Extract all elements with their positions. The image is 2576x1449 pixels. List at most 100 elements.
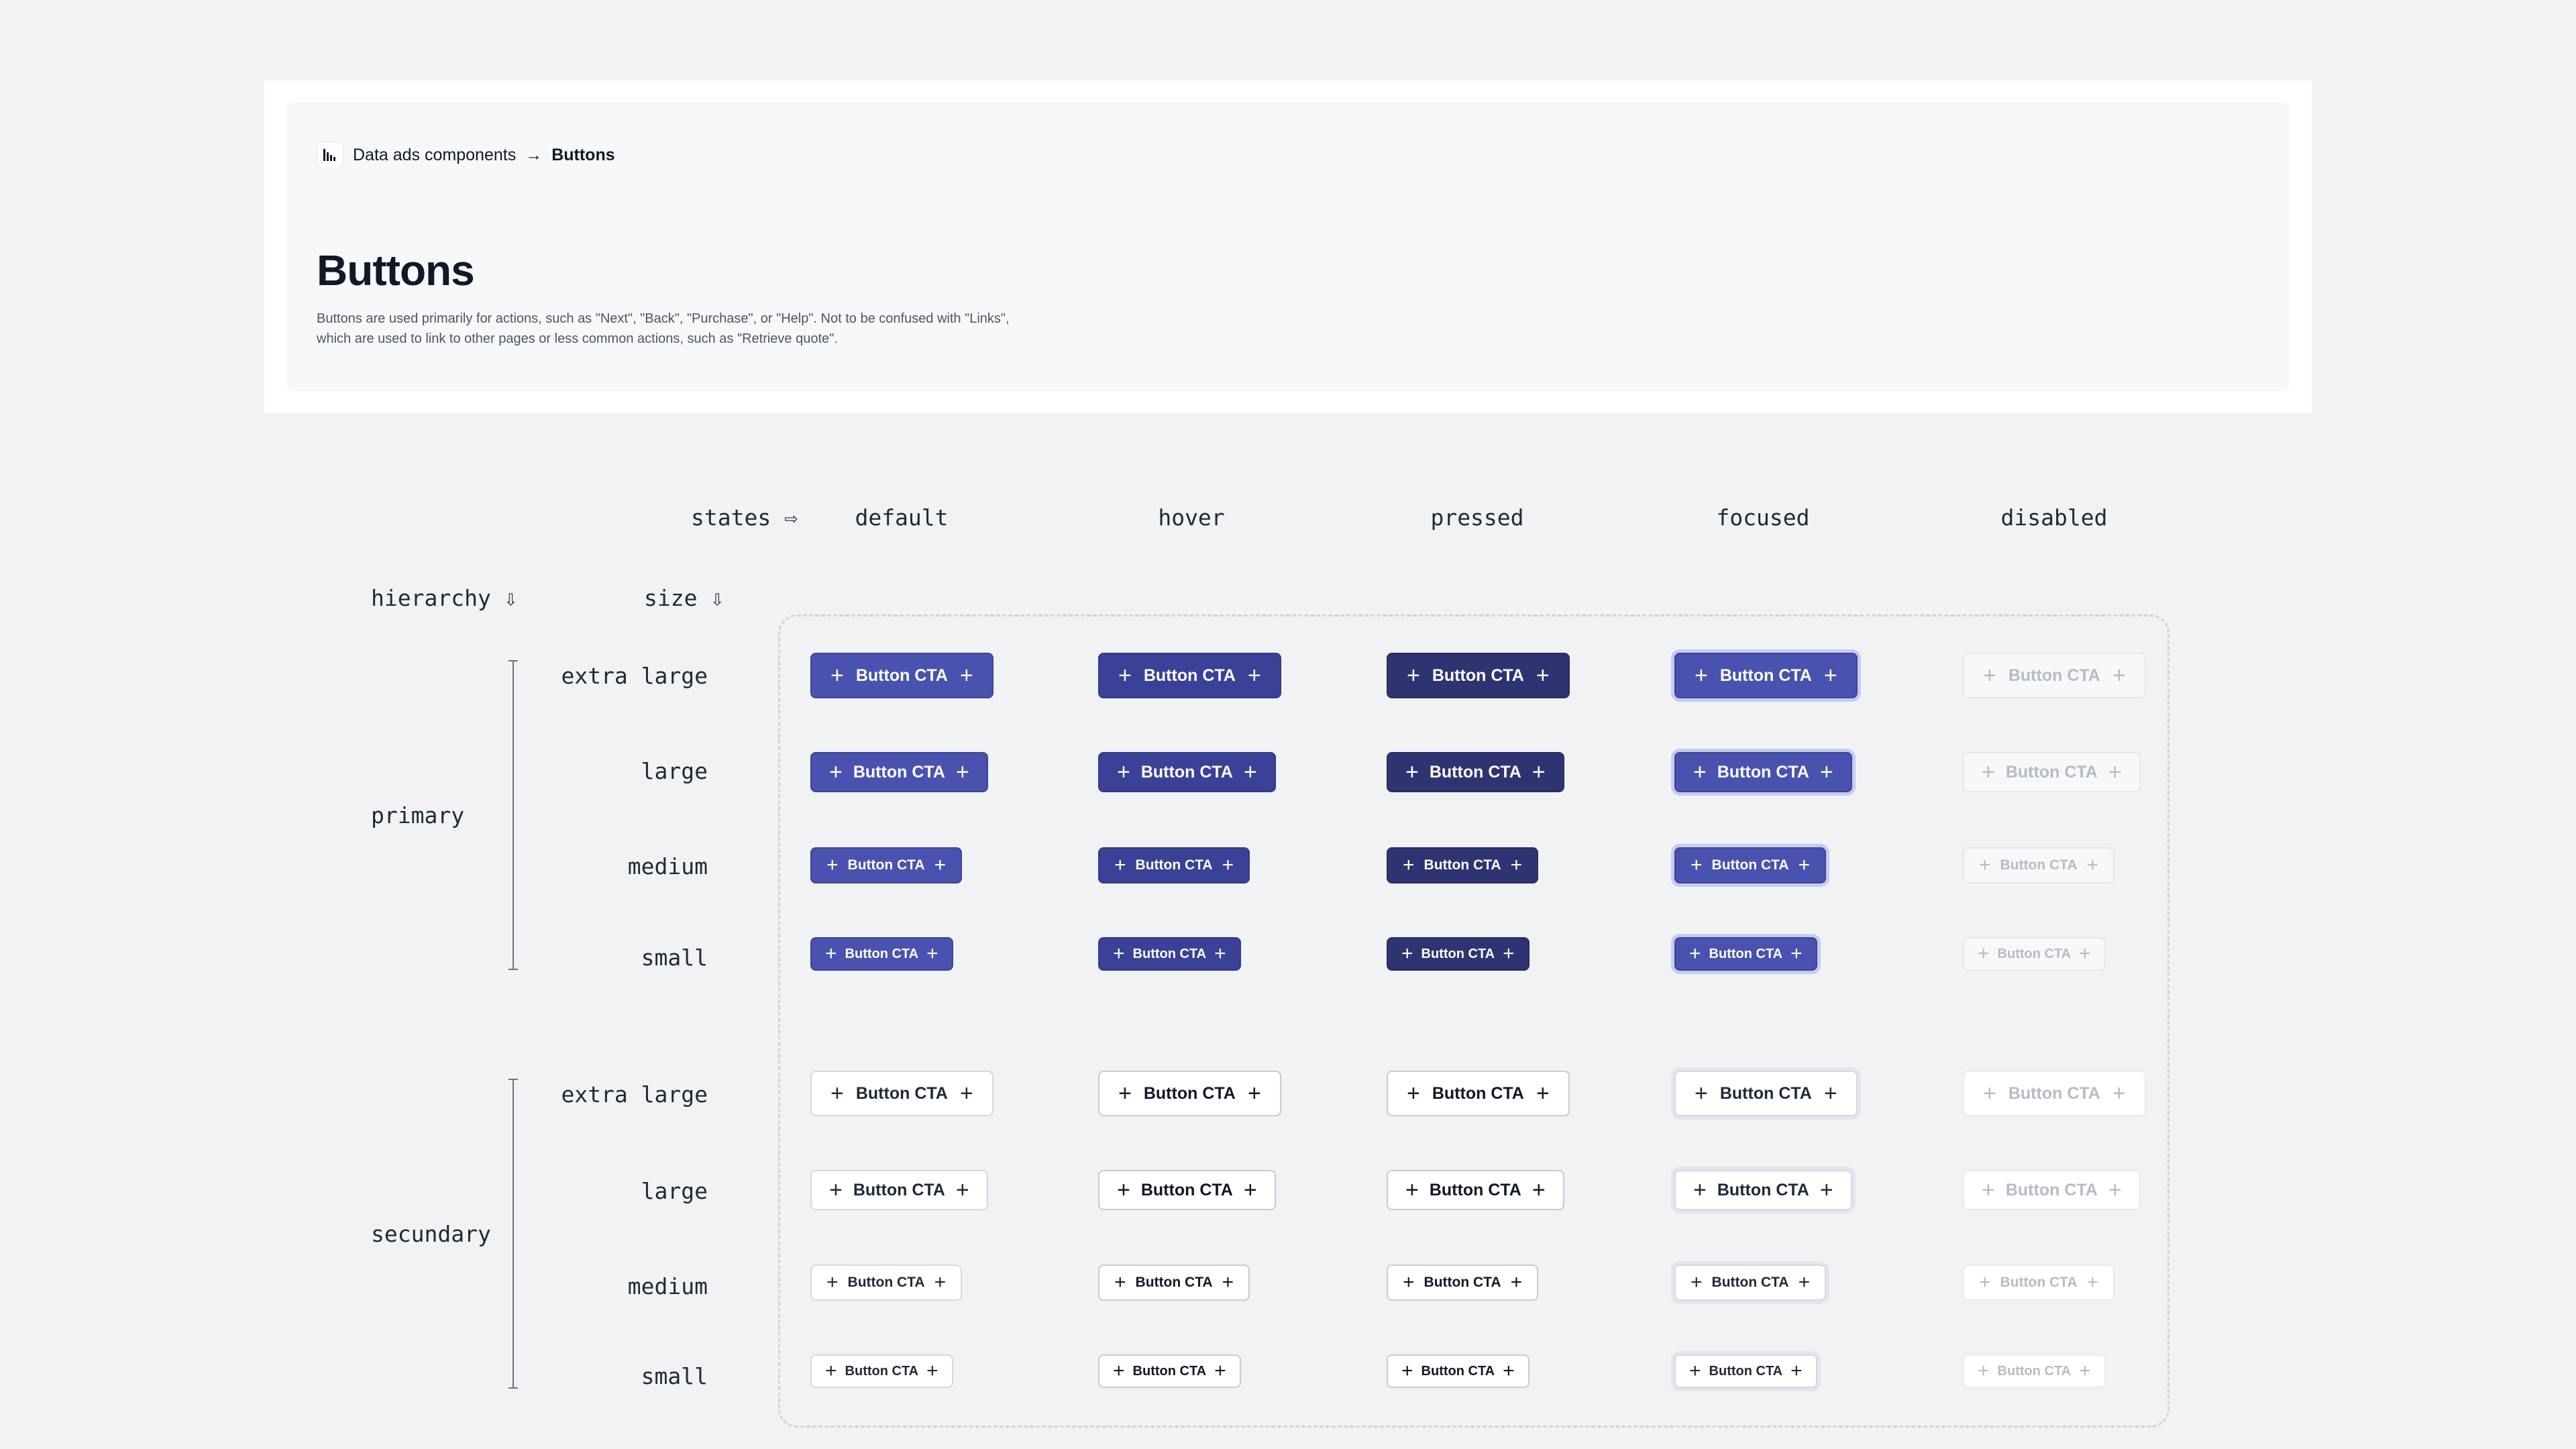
plus-icon: + — [1690, 854, 1703, 876]
button-label: Button CTA — [855, 1083, 948, 1103]
size-label-secundary-s: small — [641, 1363, 708, 1389]
plus-icon: + — [934, 1271, 947, 1293]
plus-icon: + — [825, 943, 837, 965]
plus-icon: + — [1790, 943, 1803, 965]
plus-icon: + — [1690, 1271, 1703, 1293]
plus-icon: + — [1401, 1360, 1413, 1382]
plus-icon: + — [1979, 1271, 1991, 1293]
button-label: Button CTA — [1143, 1083, 1236, 1103]
plus-icon: + — [1403, 854, 1415, 876]
plus-icon: + — [1819, 759, 1833, 785]
plus-icon: + — [1823, 1080, 1837, 1106]
secundary-xl-default-button[interactable]: + Button CTA + — [810, 1071, 994, 1116]
size-axis-label: size ⇩ — [644, 585, 724, 611]
button-label: Button CTA — [1429, 762, 1521, 782]
secundary-s-focused-button[interactable]: + Button CTA + — [1674, 1354, 1817, 1388]
breadcrumb-arrow-icon: → — [525, 145, 543, 164]
plus-icon: + — [955, 759, 969, 785]
secundary-s-default-button[interactable]: + Button CTA + — [810, 1354, 953, 1388]
plus-icon: + — [1536, 1080, 1550, 1106]
plus-icon: + — [1243, 759, 1257, 785]
plus-icon: + — [1979, 854, 1991, 876]
secundary-s-pressed-button[interactable]: + Button CTA + — [1387, 1354, 1529, 1388]
plus-icon: + — [1222, 1271, 1234, 1293]
plus-icon: + — [2086, 854, 2099, 876]
plus-icon: + — [2079, 1360, 2091, 1382]
primary-xl-focused-button[interactable]: + Button CTA + — [1674, 653, 1858, 698]
secundary-l-default-button[interactable]: + Button CTA + — [810, 1170, 988, 1210]
button-label: Button CTA — [1711, 857, 1789, 873]
plus-icon: + — [1536, 662, 1550, 688]
state-header-disabled: disabled — [2000, 504, 2108, 531]
plus-icon: + — [1978, 943, 1990, 965]
primary-xl-default-button[interactable]: + Button CTA + — [810, 653, 994, 698]
plus-icon: + — [1798, 854, 1811, 876]
primary-m-hover-button[interactable]: + Button CTA + — [1098, 847, 1250, 883]
plus-icon: + — [926, 1360, 938, 1382]
secundary-xl-focused-button[interactable]: + Button CTA + — [1674, 1071, 1858, 1116]
plus-icon: + — [1222, 854, 1234, 876]
primary-s-pressed-button[interactable]: + Button CTA + — [1387, 937, 1529, 971]
primary-s-default-button[interactable]: + Button CTA + — [810, 937, 953, 971]
button-label: Button CTA — [855, 665, 948, 685]
secundary-m-hover-button[interactable]: + Button CTA + — [1098, 1265, 1250, 1301]
button-label: Button CTA — [1432, 665, 1524, 685]
primary-m-focused-button[interactable]: + Button CTA + — [1674, 847, 1827, 883]
plus-icon: + — [1823, 662, 1837, 688]
button-label: Button CTA — [1997, 1363, 2072, 1379]
button-label: Button CTA — [1132, 1363, 1207, 1379]
primary-xl-pressed-button[interactable]: + Button CTA + — [1387, 653, 1570, 698]
plus-icon: + — [1407, 1080, 1420, 1106]
primary-l-pressed-button[interactable]: + Button CTA + — [1387, 752, 1564, 792]
plus-icon: + — [959, 1080, 973, 1106]
size-label-secundary-m: medium — [627, 1273, 708, 1299]
plus-icon: + — [926, 943, 938, 965]
secundary-xl-hover-button[interactable]: + Button CTA + — [1098, 1071, 1281, 1116]
plus-icon: + — [2112, 1080, 2126, 1106]
states-axis-label: states ⇨ — [691, 504, 798, 531]
plus-icon: + — [934, 854, 947, 876]
plus-icon: + — [1798, 1271, 1811, 1293]
button-label: Button CTA — [1140, 1180, 1233, 1199]
button-label: Button CTA — [1997, 946, 2072, 961]
breadcrumb-parent-link[interactable]: Data ads components — [353, 146, 516, 165]
secundary-m-default-button[interactable]: + Button CTA + — [810, 1265, 963, 1301]
primary-xl-hover-button[interactable]: + Button CTA + — [1098, 653, 1281, 698]
plus-icon: + — [1790, 1360, 1803, 1382]
button-label: Button CTA — [1421, 946, 1495, 961]
plus-icon: + — [829, 1177, 843, 1203]
secundary-l-pressed-button[interactable]: + Button CTA + — [1387, 1170, 1564, 1210]
primary-l-hover-button[interactable]: + Button CTA + — [1098, 752, 1276, 792]
secundary-m-focused-button[interactable]: + Button CTA + — [1674, 1265, 1827, 1301]
plus-icon: + — [1247, 662, 1261, 688]
plus-icon: + — [1113, 943, 1125, 965]
plus-icon: + — [826, 854, 839, 876]
secundary-l-hover-button[interactable]: + Button CTA + — [1098, 1170, 1276, 1210]
plus-icon: + — [959, 662, 973, 688]
primary-l-focused-button[interactable]: + Button CTA + — [1674, 752, 1852, 792]
breadcrumb: Data ads components → Buttons — [317, 140, 615, 170]
primary-l-default-button[interactable]: + Button CTA + — [810, 752, 988, 792]
plus-icon: + — [1405, 1177, 1419, 1203]
plus-icon: + — [1695, 1080, 1708, 1106]
primary-m-pressed-button[interactable]: + Button CTA + — [1387, 847, 1539, 883]
button-label: Button CTA — [1711, 1275, 1789, 1290]
plus-icon: + — [1114, 1271, 1126, 1293]
plus-icon: + — [1510, 1271, 1523, 1293]
secundary-s-hover-button[interactable]: + Button CTA + — [1098, 1354, 1241, 1388]
secundary-xl-pressed-button[interactable]: + Button CTA + — [1387, 1071, 1570, 1116]
secundary-l-disabled-button: + Button CTA + — [1963, 1170, 2141, 1210]
plus-icon: + — [1689, 1360, 1701, 1382]
button-label: Button CTA — [1719, 1083, 1812, 1103]
primary-m-default-button[interactable]: + Button CTA + — [810, 847, 963, 883]
size-label-secundary-xl: extra large — [561, 1081, 708, 1108]
plus-icon: + — [1983, 1080, 1996, 1106]
primary-s-focused-button[interactable]: + Button CTA + — [1674, 937, 1817, 971]
plus-icon: + — [1247, 1080, 1261, 1106]
plus-icon: + — [1689, 943, 1701, 965]
button-label: Button CTA — [853, 1180, 945, 1199]
secundary-l-focused-button[interactable]: + Button CTA + — [1674, 1170, 1852, 1210]
primary-s-hover-button[interactable]: + Button CTA + — [1098, 937, 1241, 971]
plus-icon: + — [1243, 1177, 1257, 1203]
secundary-m-pressed-button[interactable]: + Button CTA + — [1387, 1265, 1539, 1301]
